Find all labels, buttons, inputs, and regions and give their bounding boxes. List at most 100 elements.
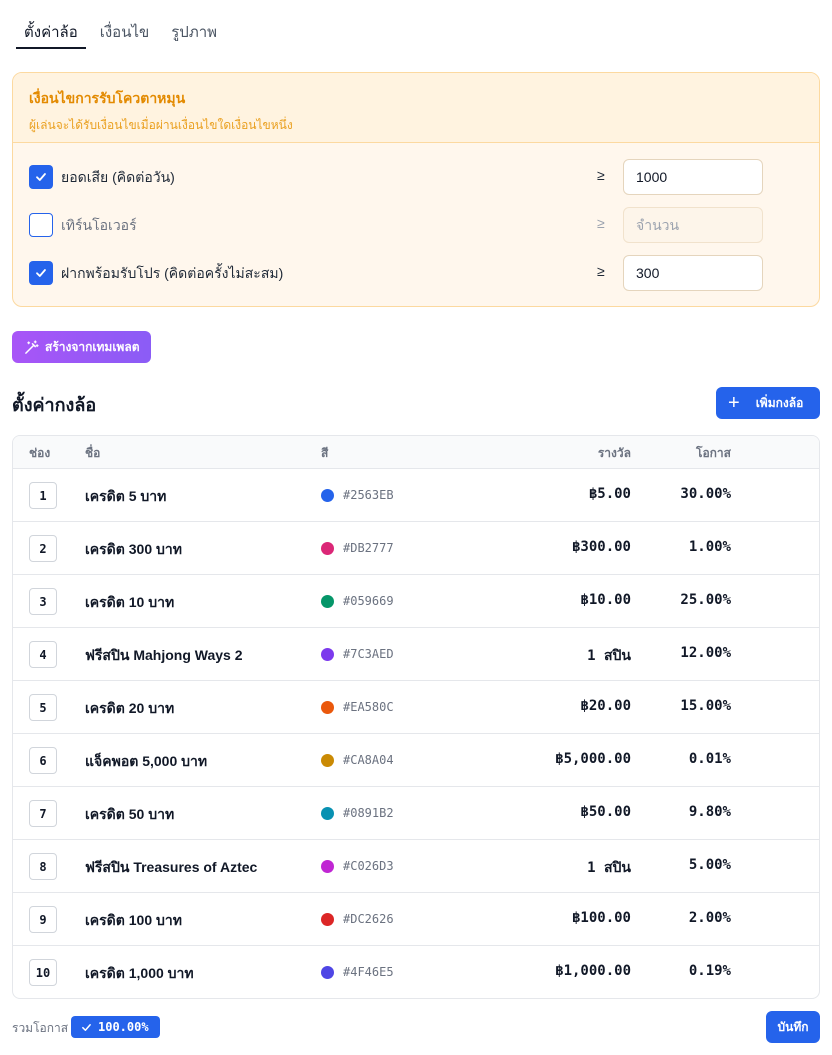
prize-chance: 30.00% [680,486,731,502]
prize-name: แจ็คพอต 5,000 บาท [85,753,208,769]
header-color: สี [321,446,329,460]
add-wheel-label: เพิ่มกงล้อ [755,395,804,410]
color-hex: #EA580C [343,700,394,714]
add-wheel-button[interactable]: + เพิ่มกงล้อ [716,387,820,419]
conditions-title: เงื่อนไขการรับโควตาหมุน [29,90,186,106]
slot-number: 5 [29,694,57,721]
table-row[interactable]: 9 เครดิต 100 บาท #DC2626 ฿100.00 2.00% [13,893,819,946]
plus-icon: + [728,392,740,414]
prize-reward: ฿100.00 [571,910,631,926]
prize-chance: 12.00% [680,645,731,661]
table-row[interactable]: 7 เครดิต 50 บาท #0891B2 ฿50.00 9.80% [13,787,819,840]
condition-input-loss[interactable] [623,159,763,195]
tab-images[interactable]: รูปภาพ [163,12,225,49]
color-swatch [321,966,334,979]
slot-number: 8 [29,853,57,880]
conditions-panel: เงื่อนไขการรับโควตาหมุน ผู้เล่นจะได้รับเ… [12,72,820,307]
condition-label-turnover: เทิร์นโอเวอร์ [61,217,137,233]
prize-reward: ฿20.00 [580,698,631,714]
color-swatch [321,860,334,873]
prize-chance: 15.00% [680,698,731,714]
slot-number: 10 [29,959,57,986]
condition-row-turnover: เทิร์นโอเวอร์ ≥ [13,204,819,244]
header-slot: ช่อง [29,446,51,460]
check-icon [36,173,46,181]
color-swatch [321,595,334,608]
save-button[interactable]: บันทึก [766,1011,820,1043]
prize-name: เครดิต 10 บาท [85,594,175,610]
color-hex: #DC2626 [343,912,394,926]
color-swatch [321,701,334,714]
prize-reward: ฿10.00 [580,592,631,608]
prize-reward: ฿50.00 [580,804,631,820]
prize-chance: 2.00% [688,910,731,926]
color-swatch [321,807,334,820]
prize-chance: 0.01% [688,751,731,767]
total-chance-value: 100.00% [98,1020,149,1034]
table-row[interactable]: 10 เครดิต 1,000 บาท #4F46E5 ฿1,000.00 0.19% [13,946,819,998]
table-row[interactable]: 1 เครดิต 5 บาท #2563EB ฿5.00 30.00% [13,469,819,522]
prize-chance: 9.80% [688,804,731,820]
create-from-template-button[interactable]: สร้างจากเทมเพลต [12,331,151,363]
prize-chance: 25.00% [680,592,731,608]
color-hex: #059669 [343,594,394,608]
magic-wand-icon [25,339,39,354]
color-hex: #0891B2 [343,806,394,820]
condition-input-turnover[interactable] [623,207,763,243]
prize-chance: 0.19% [688,963,731,979]
prize-name: เครดิต 100 บาท [85,912,182,928]
condition-checkbox-turnover[interactable] [29,213,53,237]
table-row[interactable]: 3 เครดิต 10 บาท #059669 ฿10.00 25.00% [13,575,819,628]
prize-name: ฟรีสปิน Mahjong Ways 2 [85,647,243,663]
slot-number: 3 [29,588,57,615]
header-reward: รางวัล [597,446,631,460]
check-icon [82,1023,91,1031]
prize-reward: ฿5.00 [588,486,631,502]
condition-input-deposit[interactable] [623,255,763,291]
color-swatch [321,489,334,502]
header-chance: โอกาส [696,446,731,460]
condition-row-loss: ยอดเสีย (คิดต่อวัน) ≥ [13,156,819,196]
table-row[interactable]: 6 แจ็คพอต 5,000 บาท #CA8A04 ฿5,000.00 0.01% [13,734,819,787]
table-header: ช่อง ชื่อ สี รางวัล โอกาส [13,436,819,469]
tab-wheel-settings[interactable]: ตั้งค่าล้อ [16,12,86,49]
prize-name: เครดิต 50 บาท [85,806,175,822]
create-from-template-label: สร้างจากเทมเพลต [45,339,140,354]
prize-name: ฟรีสปิน Treasures of Aztec [85,859,258,875]
color-hex: #C026D3 [343,859,394,873]
color-swatch [321,648,334,661]
color-swatch [321,913,334,926]
table-row[interactable]: 8 ฟรีสปิน Treasures of Aztec #C026D3 1 สปิน… [13,840,819,893]
color-hex: #DB2777 [343,541,394,555]
table-body: 1 เครดิต 5 บาท #2563EB ฿5.00 30.00% 2 เครดิต 3… [13,469,819,998]
prize-reward: ฿1,000.00 [555,963,631,979]
prize-reward: 1 สปิน [587,860,631,876]
section-title: ตั้งค่ากงล้อ [12,395,97,415]
color-swatch [321,542,334,555]
prize-name: เครดิต 300 บาท [85,541,182,557]
color-hex: #7C3AED [343,647,394,661]
header-name: ชื่อ [85,446,101,460]
tab-conditions[interactable]: เงื่อนไข [92,12,158,49]
operator-gte: ≥ [597,263,605,279]
condition-row-deposit: ฝากพร้อมรับโปร (คิดต่อครั้งไม่สะสม) ≥ [13,252,819,292]
slot-number: 7 [29,800,57,827]
slot-number: 2 [29,535,57,562]
slot-number: 1 [29,482,57,509]
condition-label-deposit: ฝากพร้อมรับโปร (คิดต่อครั้งไม่สะสม) [61,265,284,281]
condition-checkbox-deposit[interactable] [29,261,53,285]
conditions-header: เงื่อนไขการรับโควตาหมุน ผู้เล่นจะได้รับเ… [13,73,819,143]
prize-reward: ฿5,000.00 [555,751,631,767]
slot-number: 4 [29,641,57,668]
table-row[interactable]: 4 ฟรีสปิน Mahjong Ways 2 #7C3AED 1 สปิน 12.0… [13,628,819,681]
slot-number: 6 [29,747,57,774]
color-swatch [321,754,334,767]
condition-checkbox-loss[interactable] [29,165,53,189]
color-hex: #2563EB [343,488,394,502]
conditions-subtitle: ผู้เล่นจะได้รับเงื่อนไขเมื่อผ่านเงื่อนไข… [29,118,293,132]
prize-name: เครดิต 20 บาท [85,700,175,716]
prize-chance: 5.00% [688,857,731,873]
total-chance-label: รวมโอกาส [12,1021,69,1035]
table-row[interactable]: 5 เครดิต 20 บาท #EA580C ฿20.00 15.00% [13,681,819,734]
table-row[interactable]: 2 เครดิต 300 บาท #DB2777 ฿300.00 1.00% [13,522,819,575]
